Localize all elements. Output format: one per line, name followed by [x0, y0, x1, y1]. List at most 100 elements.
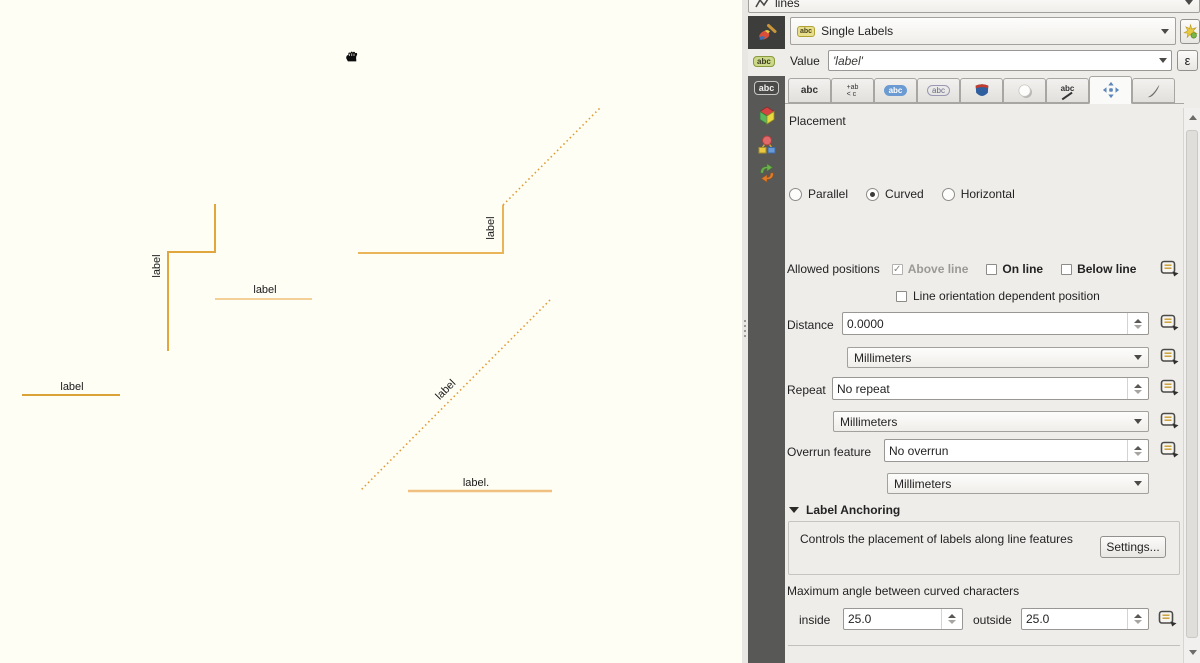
tab-text[interactable]: abc [788, 78, 831, 103]
outside-label: outside [973, 613, 1012, 627]
checkbox-above-line[interactable]: ✓ [892, 264, 903, 275]
checkbox-on-line[interactable] [986, 264, 997, 275]
layer-selector-combo[interactable]: lines [748, 0, 1200, 13]
sidebar-tab-diagrams[interactable] [748, 131, 785, 159]
data-defined-override-button[interactable] [1160, 412, 1180, 429]
tab-shadow[interactable] [1003, 78, 1046, 103]
tab-rendering[interactable] [1132, 78, 1175, 103]
orientation-row: Line orientation dependent position [896, 289, 1100, 303]
spin-buttons[interactable] [1127, 609, 1144, 629]
scrollbar-thumb[interactable] [1186, 130, 1198, 638]
distance-spinbox[interactable]: 0.0000 [842, 312, 1149, 335]
data-defined-override-button[interactable] [1160, 260, 1180, 277]
history-arrows-icon [756, 161, 778, 185]
inside-label: inside [799, 613, 830, 627]
checkbox-below-line[interactable] [1061, 264, 1072, 275]
on-line-label: On line [1002, 262, 1043, 276]
anchoring-settings-button[interactable]: Settings... [1100, 536, 1166, 558]
shadow-icon [1016, 82, 1034, 100]
repeat-value: No repeat [837, 382, 1127, 396]
spin-buttons[interactable] [1127, 313, 1144, 334]
radio-parallel-label: Parallel [808, 187, 848, 201]
allowed-positions-label: Allowed positions [787, 262, 880, 276]
inside-angle-spinbox[interactable]: 25.0 [843, 608, 963, 630]
scroll-up-button[interactable] [1186, 110, 1199, 124]
move-arrows-icon [1102, 81, 1120, 99]
tab-buffer[interactable]: abc [874, 78, 917, 103]
repeat-units-combo[interactable]: Millimeters [833, 411, 1149, 432]
overrun-unit-value: Millimeters [894, 477, 1128, 491]
tab-formatting[interactable]: +ab< c [831, 78, 874, 103]
radio-curved[interactable] [866, 188, 879, 201]
checkbox-line-orientation[interactable] [896, 291, 907, 302]
sidebar-tab-3d[interactable] [748, 102, 785, 130]
above-line-label: Above line [908, 262, 969, 276]
max-angle-label: Maximum angle between curved characters [787, 584, 1019, 598]
distance-unit-value: Millimeters [854, 351, 1128, 365]
chevron-down-icon [1161, 29, 1169, 34]
map-feature-label: label. [463, 477, 489, 489]
collapse-triangle-icon [789, 507, 799, 513]
sidebar-tab-history[interactable] [748, 159, 785, 187]
map-line-feature [360, 300, 550, 491]
cube-3d-icon [755, 104, 779, 128]
radio-curved-label: Curved [885, 187, 924, 201]
render-brush-icon [1145, 82, 1163, 100]
map-line-feature [503, 108, 600, 205]
radio-horizontal-label: Horizontal [961, 187, 1015, 201]
outside-angle-spinbox[interactable]: 25.0 [1021, 608, 1149, 630]
placement-heading: Placement [789, 114, 846, 128]
sidebar-tab-symbology[interactable] [748, 16, 785, 49]
settings-button-label: Settings... [1106, 540, 1159, 554]
spin-buttons[interactable] [1127, 440, 1144, 461]
chevron-down-icon [1134, 481, 1142, 486]
buffer-icon: abc [884, 85, 908, 96]
mask-icon: abc [927, 85, 950, 96]
value-expression-field[interactable]: 'label' [828, 50, 1172, 71]
radio-parallel[interactable] [789, 188, 802, 201]
labeling-mode-combo[interactable]: abc Single Labels [790, 17, 1176, 45]
data-defined-override-button[interactable] [1160, 441, 1180, 458]
layer-name: lines [775, 0, 1179, 10]
spin-buttons[interactable] [941, 609, 958, 629]
distance-value: 0.0000 [847, 317, 1127, 331]
arrangement-radios: Parallel Curved Horizontal [789, 187, 1015, 201]
line-layer-icon [755, 0, 769, 9]
auto-placement-settings-button[interactable] [1180, 19, 1200, 44]
section-separator [788, 645, 1180, 646]
overrun-value: No overrun [889, 444, 1127, 458]
data-defined-override-button[interactable] [1158, 610, 1178, 627]
overrun-spinbox[interactable]: No overrun [884, 439, 1149, 462]
spin-buttons[interactable] [1127, 378, 1144, 399]
repeat-spinbox[interactable]: No repeat [832, 377, 1149, 400]
value-expression-text: 'label' [833, 54, 1159, 68]
paintbrush-icon [755, 21, 779, 45]
distance-units-combo[interactable]: Millimeters [847, 347, 1149, 368]
overrun-units-combo[interactable]: Millimeters [887, 473, 1149, 494]
tab-placement[interactable] [1089, 76, 1132, 104]
repeat-unit-value: Millimeters [840, 415, 1128, 429]
data-defined-override-button[interactable] [1160, 348, 1180, 365]
tab-callouts[interactable]: abc [1046, 78, 1089, 103]
inside-angle-value: 25.0 [848, 612, 941, 626]
anchoring-description: Controls the placement of labels along l… [800, 531, 1100, 547]
map-feature-label: label [60, 381, 83, 393]
epsilon-icon: ε [1185, 53, 1191, 68]
sidebar-tab-labels[interactable]: abc [748, 78, 785, 98]
tab-mask[interactable]: abc [917, 78, 960, 103]
label-anchoring-header[interactable]: Label Anchoring [789, 503, 900, 517]
radio-horizontal[interactable] [942, 188, 955, 201]
labels-abc-icon: abc [754, 81, 780, 95]
panel-scrollbar[interactable] [1183, 108, 1200, 663]
data-defined-override-button[interactable] [1160, 379, 1180, 396]
map-line-feature [358, 205, 503, 253]
map-canvas[interactable]: labellabellabellabellabellabel. [0, 0, 742, 663]
map-feature-label: label [151, 254, 163, 277]
tab-background[interactable] [960, 78, 1003, 103]
scroll-down-button[interactable] [1186, 645, 1199, 659]
diagram-icon [755, 133, 779, 157]
data-defined-override-button[interactable] [1160, 314, 1180, 331]
expression-builder-button[interactable]: ε [1177, 50, 1198, 71]
overrun-label: Overrun feature [787, 445, 871, 459]
arrow-up-icon [1189, 115, 1197, 120]
